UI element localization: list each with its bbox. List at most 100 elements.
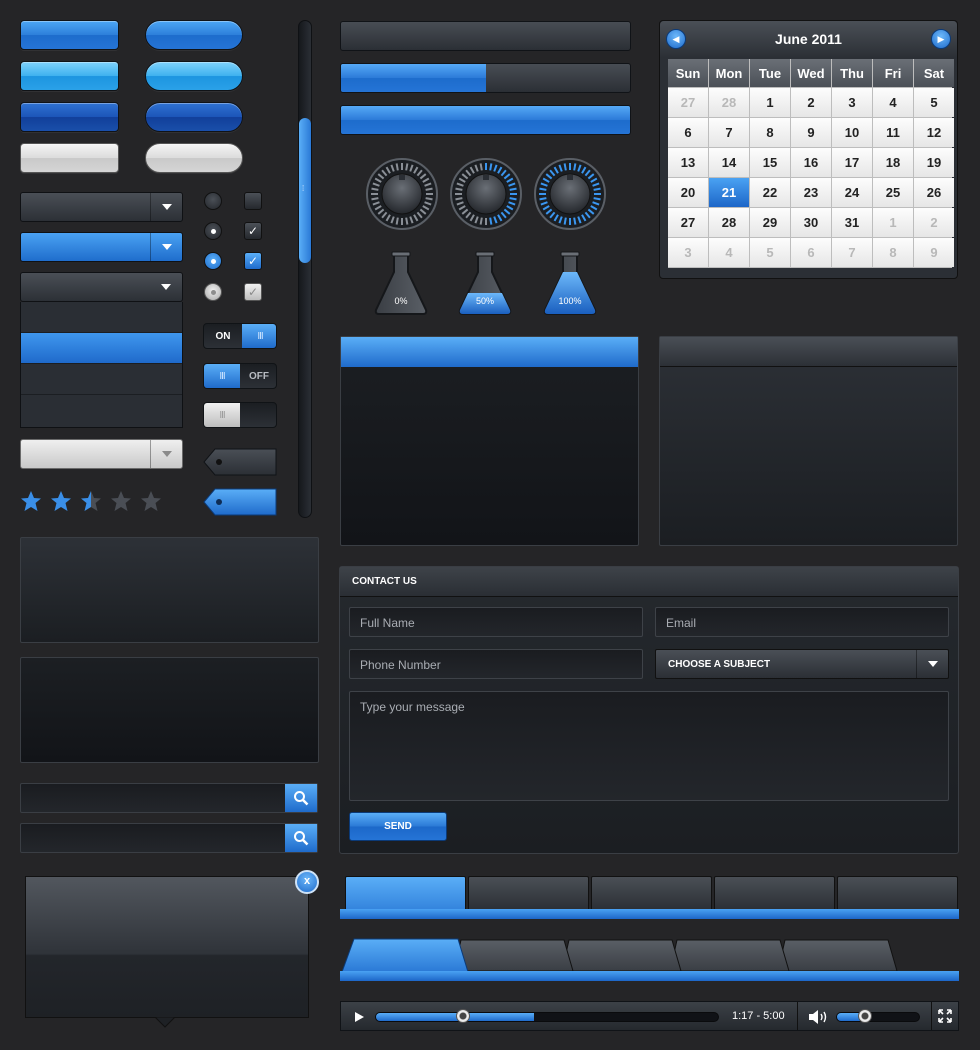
search-field-alt[interactable] xyxy=(20,823,318,853)
calendar-day[interactable]: 31 xyxy=(832,208,872,237)
knob-dial-50[interactable] xyxy=(449,157,523,231)
vertical-scrollbar-thumb[interactable]: ⁞ xyxy=(299,118,311,263)
calendar-day[interactable]: 30 xyxy=(791,208,831,237)
radio-button-checked[interactable] xyxy=(204,222,222,240)
calendar-day[interactable]: 3 xyxy=(668,238,708,267)
volume-bar[interactable] xyxy=(836,1012,920,1022)
speaker-icon[interactable] xyxy=(808,1009,830,1025)
calendar-day[interactable]: 8 xyxy=(750,118,790,147)
toggle-off[interactable]: III OFF xyxy=(203,363,277,389)
calendar-day[interactable]: 27 xyxy=(668,88,708,117)
calendar-day[interactable]: 28 xyxy=(709,208,749,237)
dark-blue-button[interactable] xyxy=(20,102,119,132)
calendar-day[interactable]: 24 xyxy=(832,178,872,207)
fullscreen-icon[interactable] xyxy=(938,1009,952,1023)
blue-select[interactable] xyxy=(20,232,183,262)
calendar-day[interactable]: 4 xyxy=(709,238,749,267)
calendar-day[interactable]: 22 xyxy=(750,178,790,207)
knob-dial-100[interactable] xyxy=(533,157,607,231)
blue-pill-button[interactable] xyxy=(145,20,243,50)
cyan-pill-button[interactable] xyxy=(145,61,243,91)
phone-field[interactable]: Phone Number xyxy=(349,649,643,679)
calendar-day[interactable]: 18 xyxy=(873,148,913,177)
calendar-day[interactable]: 29 xyxy=(750,208,790,237)
calendar-day[interactable]: 1 xyxy=(750,88,790,117)
send-button[interactable]: SEND xyxy=(349,812,447,841)
calendar-day[interactable]: 3 xyxy=(832,88,872,117)
calendar-day[interactable]: 14 xyxy=(709,148,749,177)
calendar-day[interactable]: 21 xyxy=(709,178,749,207)
radio-button-disabled[interactable] xyxy=(204,283,222,301)
checkbox-checked[interactable]: ✓ xyxy=(244,222,262,240)
search-field[interactable] xyxy=(20,783,318,813)
subject-select[interactable]: CHOOSE A SUBJECT xyxy=(655,649,949,679)
play-icon[interactable] xyxy=(353,1011,365,1023)
message-textarea[interactable]: Type your message xyxy=(349,691,949,801)
calendar-day[interactable]: 26 xyxy=(914,178,954,207)
progress-bar-empty xyxy=(340,21,631,51)
radio-button-checked-blue[interactable] xyxy=(204,252,222,270)
checkbox-disabled[interactable]: ✓ xyxy=(244,283,262,301)
close-button[interactable]: x xyxy=(295,870,319,894)
vertical-scrollbar-track[interactable] xyxy=(298,20,312,518)
calendar-day[interactable]: 5 xyxy=(750,238,790,267)
tab-5[interactable] xyxy=(837,876,958,909)
calendar-day[interactable]: 10 xyxy=(832,118,872,147)
calendar-day[interactable]: 7 xyxy=(709,118,749,147)
grey-pill-button[interactable] xyxy=(145,143,243,173)
dark-blue-pill-button[interactable] xyxy=(145,102,243,132)
calendar-day[interactable]: 11 xyxy=(873,118,913,147)
calendar-day[interactable]: 12 xyxy=(914,118,954,147)
calendar-day[interactable]: 17 xyxy=(832,148,872,177)
calendar-day[interactable]: 9 xyxy=(914,238,954,267)
calendar-day[interactable]: 28 xyxy=(709,88,749,117)
dropdown-list xyxy=(20,302,183,428)
calendar-day[interactable]: 7 xyxy=(832,238,872,267)
cyan-button[interactable] xyxy=(20,61,119,91)
dropdown-option-selected[interactable] xyxy=(21,333,182,364)
tag-dark[interactable] xyxy=(203,448,277,476)
blue-button[interactable] xyxy=(20,20,119,50)
calendar-day[interactable]: 4 xyxy=(873,88,913,117)
tab-3[interactable] xyxy=(591,876,712,909)
calendar-day[interactable]: 19 xyxy=(914,148,954,177)
dropdown-option[interactable] xyxy=(21,302,182,333)
calendar-day[interactable]: 5 xyxy=(914,88,954,117)
toggle-on[interactable]: ON III xyxy=(203,323,277,349)
search-button[interactable] xyxy=(285,784,317,812)
tab-2[interactable] xyxy=(468,876,589,909)
dropdown-option[interactable] xyxy=(21,364,182,395)
calendar-day[interactable]: 13 xyxy=(668,148,708,177)
calendar-day[interactable]: 20 xyxy=(668,178,708,207)
calendar-day[interactable]: 2 xyxy=(914,208,954,237)
knob-dial-0[interactable] xyxy=(365,157,439,231)
checkbox-checked-blue[interactable]: ✓ xyxy=(244,252,262,270)
calendar-day[interactable]: 1 xyxy=(873,208,913,237)
dropdown-option[interactable] xyxy=(21,395,182,426)
calendar-day[interactable]: 8 xyxy=(873,238,913,267)
dark-select[interactable] xyxy=(20,192,183,222)
toggle-disabled[interactable]: III xyxy=(203,402,277,428)
grey-button[interactable] xyxy=(20,143,119,173)
tab-4[interactable] xyxy=(714,876,835,909)
calendar-day[interactable]: 27 xyxy=(668,208,708,237)
calendar-day[interactable]: 25 xyxy=(873,178,913,207)
calendar-day[interactable]: 15 xyxy=(750,148,790,177)
calendar-day[interactable]: 16 xyxy=(791,148,831,177)
flask-gauge-100 xyxy=(543,251,597,315)
full-name-field[interactable]: Full Name xyxy=(349,607,643,637)
radio-button[interactable] xyxy=(204,192,222,210)
search-button[interactable] xyxy=(285,824,317,852)
calendar-next-button[interactable]: ▶ xyxy=(931,29,951,49)
calendar-day[interactable]: 2 xyxy=(791,88,831,117)
email-field[interactable]: Email xyxy=(655,607,949,637)
light-select[interactable] xyxy=(20,439,183,469)
open-select[interactable] xyxy=(20,272,183,302)
seek-bar[interactable] xyxy=(375,1012,719,1022)
calendar-day[interactable]: 6 xyxy=(668,118,708,147)
tag-blue[interactable] xyxy=(203,488,277,516)
calendar-day[interactable]: 23 xyxy=(791,178,831,207)
checkbox[interactable] xyxy=(244,192,262,210)
calendar-day[interactable]: 9 xyxy=(791,118,831,147)
calendar-day[interactable]: 6 xyxy=(791,238,831,267)
